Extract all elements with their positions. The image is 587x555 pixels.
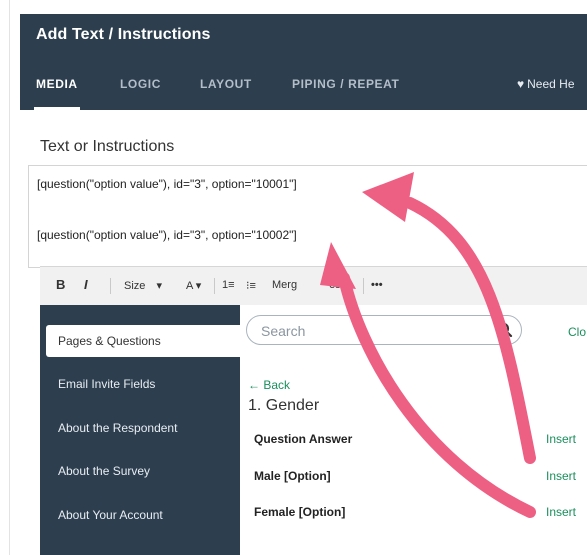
tab-logic[interactable]: LOGIC [120, 72, 161, 110]
row-label-male-option: Male [Option] [254, 469, 331, 483]
question-title: 1. Gender [248, 397, 320, 414]
insert-question-answer-button[interactable]: Insert [546, 432, 576, 446]
row-label-female-option: Female [Option] [254, 505, 346, 519]
need-help-label: Need He [527, 77, 575, 91]
field-label: Text or Instructions [40, 138, 175, 155]
row-label-question-answer: Question Answer [254, 432, 353, 446]
text-color-button[interactable]: A ▾ [186, 279, 201, 292]
search-icon[interactable] [497, 322, 513, 338]
toolbar-divider [110, 278, 111, 294]
tab-piping-repeat[interactable]: PIPING / REPEAT [292, 72, 399, 110]
back-link[interactable]: ← Back [248, 378, 290, 392]
merge-codes-button[interactable]: Merg es [272, 279, 341, 291]
sidebar-item-about-survey[interactable]: About the Survey [40, 464, 240, 478]
merge-code-panel: Clo ← Back 1. Gender Question Answer Ins… [240, 305, 587, 555]
editor-line-2[interactable]: [question("option value"), id="3", optio… [37, 228, 297, 242]
chevron-down-icon: ▾ [195, 280, 202, 292]
sidebar-item-pages-questions[interactable]: Pages & Questions [46, 325, 240, 357]
need-help-link[interactable]: ♥ Need He [517, 72, 575, 96]
merge-codes-label-tail: es [329, 279, 341, 291]
bold-button[interactable]: B [56, 277, 65, 292]
size-dropdown[interactable]: Size ▾ [124, 279, 162, 292]
italic-button[interactable]: I [84, 277, 88, 292]
ordered-list-icon[interactable]: 1≡ [222, 279, 235, 291]
tab-layout[interactable]: LAYOUT [200, 72, 252, 110]
text-editor[interactable]: [question("option value"), id="3", optio… [28, 165, 587, 268]
tab-media[interactable]: MEDIA [34, 72, 80, 110]
sidebar-item-about-account[interactable]: About Your Account [40, 508, 240, 522]
search-box [246, 315, 522, 345]
size-label: Size [124, 280, 146, 292]
merge-code-sidebar: Pages & Questions Email Invite Fields Ab… [40, 305, 240, 555]
dialog-header: Add Text / Instructions MEDIA LOGIC LAYO… [20, 14, 587, 110]
editor-line-1[interactable]: [question("option value"), id="3", optio… [37, 177, 297, 191]
toolbar-divider [214, 278, 215, 294]
merge-codes-label: Merg [272, 279, 298, 291]
heart-icon: ♥ [517, 77, 525, 91]
dialog-title: Add Text / Instructions [36, 26, 211, 43]
text-color-icon: A [186, 280, 193, 292]
more-options-icon[interactable]: ••• [371, 279, 383, 291]
unordered-list-icon[interactable]: ⁝≡ [246, 279, 256, 292]
editor-toolbar: B I Size ▾ A ▾ 1≡ ⁝≡ Merg es ••• [40, 266, 587, 306]
insert-female-option-button[interactable]: Insert [546, 505, 576, 519]
search-input[interactable] [259, 320, 483, 342]
tab-bar: MEDIA LOGIC LAYOUT PIPING / REPEAT [20, 72, 587, 110]
toolbar-divider [363, 278, 364, 294]
insert-male-option-button[interactable]: Insert [546, 469, 576, 483]
chevron-down-icon: ▾ [156, 280, 162, 292]
sidebar-item-about-respondent[interactable]: About the Respondent [40, 421, 240, 435]
left-border [9, 0, 10, 555]
close-link[interactable]: Clo [568, 325, 586, 339]
sidebar-item-email-invite-fields[interactable]: Email Invite Fields [40, 377, 240, 391]
